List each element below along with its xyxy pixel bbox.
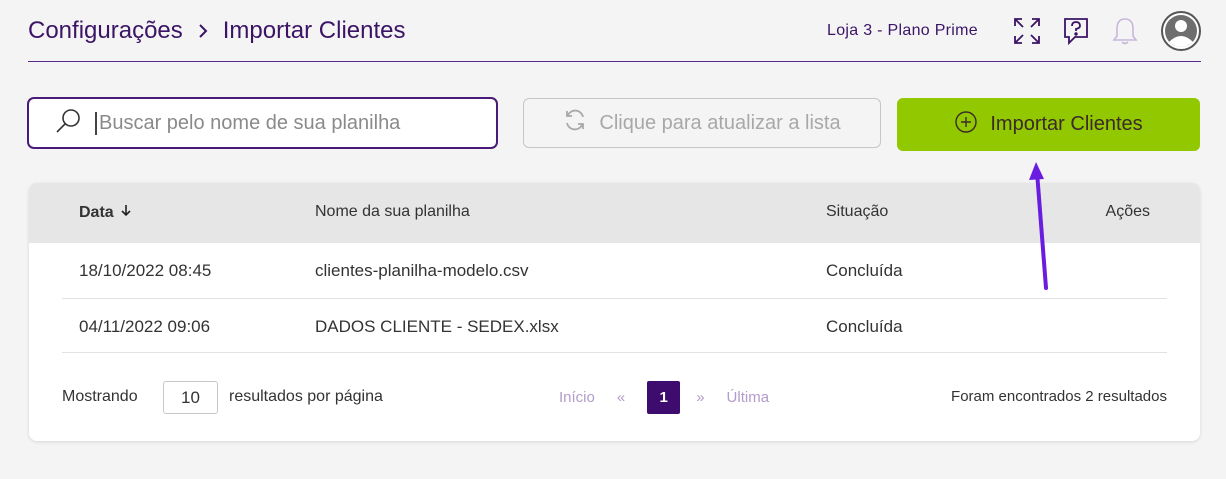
- plus-circle-icon: [954, 110, 978, 140]
- pager-prev[interactable]: «: [617, 389, 625, 406]
- chevron-right-icon: [197, 23, 209, 39]
- import-clients-label: Importar Clientes: [990, 113, 1143, 135]
- user-avatar-icon[interactable]: [1161, 10, 1201, 51]
- pager-first[interactable]: Início: [559, 389, 595, 406]
- table-body: 18/10/2022 08:45 clientes-planilha-model…: [62, 243, 1167, 353]
- bell-icon[interactable]: [1109, 15, 1141, 47]
- header-actions: Loja 3 - Plano Prime: [827, 10, 1201, 51]
- refresh-icon: [563, 108, 587, 138]
- pagination: Início « 1 » Última: [559, 381, 791, 414]
- top-header: Configurações Importar Clientes Loja 3 -…: [28, 0, 1201, 62]
- page: Configurações Importar Clientes Loja 3 -…: [0, 0, 1226, 479]
- column-header-actions: Ações: [1105, 203, 1150, 220]
- search-box: [27, 97, 498, 149]
- arrow-down-icon: [120, 203, 132, 222]
- column-header-date-label: Data: [79, 203, 114, 221]
- cell-status: Concluída: [826, 261, 903, 280]
- pager-page-current[interactable]: 1: [647, 381, 681, 414]
- table-row: 04/11/2022 09:06 DADOS CLIENTE - SEDEX.x…: [62, 298, 1167, 353]
- cell-spreadsheet-name: DADOS CLIENTE - SEDEX.xlsx: [315, 317, 559, 336]
- cell-status: Concluída: [826, 317, 903, 336]
- per-page-label: resultados por página: [229, 388, 383, 405]
- table-row: 18/10/2022 08:45 clientes-planilha-model…: [62, 243, 1167, 298]
- help-chat-icon[interactable]: [1060, 15, 1092, 47]
- refresh-list-label: Clique para atualizar a lista: [599, 111, 841, 134]
- pager-last[interactable]: Última: [727, 389, 770, 406]
- column-header-name: Nome da sua planilha: [315, 203, 470, 220]
- showing-label: Mostrando: [62, 388, 138, 405]
- refresh-list-button[interactable]: Clique para atualizar a lista: [523, 98, 881, 148]
- search-input[interactable]: [95, 111, 475, 135]
- per-page-input[interactable]: [163, 381, 218, 414]
- search-icon: [55, 108, 81, 139]
- pager-next[interactable]: »: [696, 389, 704, 406]
- breadcrumb-item-importar-clientes: Importar Clientes: [222, 16, 406, 44]
- table-footer: Mostrando resultados por página Início «…: [29, 381, 1200, 415]
- breadcrumb-item-configuracoes[interactable]: Configurações: [28, 17, 183, 45]
- column-header-status: Situação: [826, 203, 889, 220]
- cell-date: 04/11/2022 09:06: [79, 317, 211, 336]
- annotation-arrow-icon: [1029, 162, 1048, 290]
- import-clients-button[interactable]: Importar Clientes: [897, 98, 1200, 151]
- cell-date: 18/10/2022 08:45: [79, 261, 212, 280]
- expand-icon[interactable]: [1011, 15, 1043, 47]
- cell-spreadsheet-name: clientes-planilha-modelo.csv: [315, 261, 529, 280]
- breadcrumb: Configurações Importar Clientes: [28, 17, 406, 45]
- store-plan-label[interactable]: Loja 3 - Plano Prime: [827, 22, 978, 40]
- results-count: Foram encontrados 2 resultados: [951, 388, 1167, 405]
- column-header-date[interactable]: Data: [79, 203, 132, 222]
